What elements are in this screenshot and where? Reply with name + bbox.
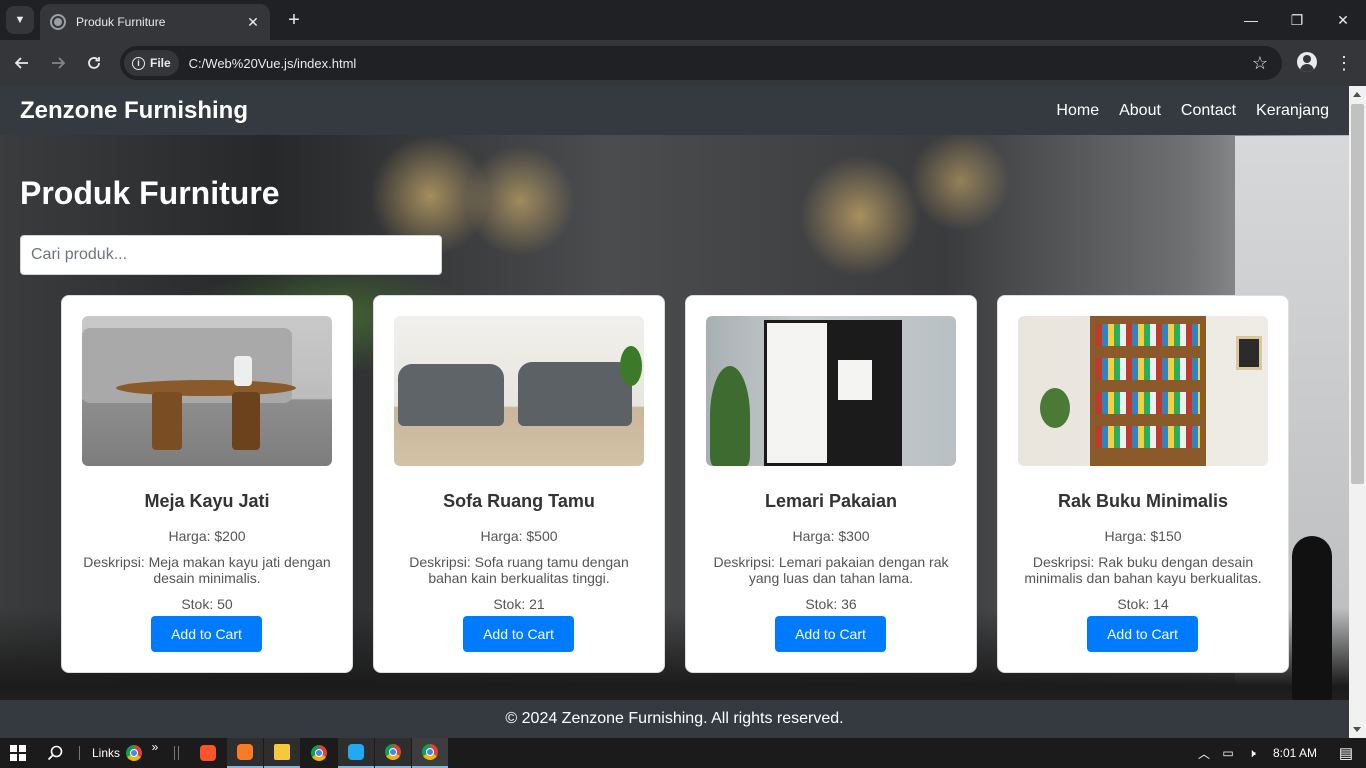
- wardrobe-image: [706, 316, 956, 466]
- chrome-app-icon[interactable]: [301, 738, 337, 768]
- scroll-up-icon[interactable]: [1353, 92, 1361, 97]
- reload-icon: [88, 57, 100, 69]
- nav-link-home[interactable]: Home: [1056, 102, 1099, 120]
- chrome-active-app-icon[interactable]: [412, 738, 448, 768]
- info-icon: i: [132, 56, 145, 70]
- clock[interactable]: 8:01 AM: [1264, 746, 1326, 760]
- forward-arrow-icon: [52, 57, 66, 69]
- back-button[interactable]: [8, 49, 36, 77]
- nav-link-about[interactable]: About: [1119, 102, 1161, 120]
- brave-app-icon[interactable]: [190, 738, 226, 768]
- product-price: Harga: $200: [168, 528, 246, 544]
- profile-icon[interactable]: [1297, 52, 1317, 72]
- sofa-image: [394, 316, 644, 466]
- notification-icon[interactable]: ▤: [1326, 744, 1366, 762]
- tab-title: Produk Furniture: [76, 15, 166, 29]
- site-navbar: Zenzone Furnishing Home About Contact Ke…: [0, 86, 1349, 135]
- taskbar-divider: [172, 738, 180, 768]
- system-tray: ︿ ▭ 🕨 8:01 AM ▤: [1192, 738, 1366, 768]
- chevron-up-icon[interactable]: ︿: [1192, 745, 1216, 762]
- product-name: Lemari Pakaian: [764, 491, 898, 511]
- links-toolbar-label[interactable]: Links: [86, 738, 126, 768]
- product-price: Harga: $150: [1104, 528, 1182, 544]
- browser-tab-bar: ▼ Produk Furniture ✕ + — ❐ ✕: [0, 0, 1366, 40]
- start-button[interactable]: [0, 738, 36, 768]
- browser-toolbar: i File C:/Web%20Vue.js/index.html ☆ ⋮: [0, 40, 1366, 86]
- product-card: Sofa Ruang Tamu Harga: $500 Deskripsi: S…: [373, 295, 665, 673]
- bookshelf-image: [1018, 316, 1268, 466]
- footer-text: © 2024 Zenzone Furnishing. All rights re…: [505, 710, 844, 727]
- tab-search-button[interactable]: ▼: [6, 6, 34, 34]
- background-dog-sculpture: [1292, 536, 1332, 701]
- bookmark-star-icon[interactable]: ☆: [1252, 53, 1268, 74]
- links-chrome-icon[interactable]: [124, 738, 144, 768]
- browser-tab[interactable]: Produk Furniture ✕: [40, 4, 270, 40]
- reload-button[interactable]: [80, 49, 108, 77]
- site-info-chip[interactable]: i File: [124, 50, 179, 76]
- product-description: Deskripsi: Sofa ruang tamu dengan bahan …: [409, 554, 629, 586]
- nav-links: Home About Contact Keranjang: [1056, 102, 1329, 120]
- taskbar-search-icon[interactable]: [38, 738, 72, 768]
- site-footer: © 2024 Zenzone Furnishing. All rights re…: [0, 700, 1349, 738]
- product-name: Rak Buku Minimalis: [1057, 491, 1229, 511]
- product-stock: Stok: 14: [1117, 596, 1169, 612]
- product-price: Harga: $300: [792, 528, 870, 544]
- nav-link-cart[interactable]: Keranjang: [1256, 102, 1329, 120]
- more-menu-icon[interactable]: ⋮: [1334, 52, 1354, 74]
- network-icon[interactable]: ▭: [1216, 746, 1240, 760]
- product-stock: Stok: 50: [181, 596, 233, 612]
- brand-logo[interactable]: Zenzone Furnishing: [20, 97, 248, 125]
- restore-button[interactable]: ❐: [1274, 0, 1320, 40]
- coffee-table-image: [82, 316, 332, 466]
- add-to-cart-button[interactable]: Add to Cart: [463, 616, 574, 652]
- scroll-down-icon[interactable]: [1353, 727, 1361, 732]
- address-bar[interactable]: i File C:/Web%20Vue.js/index.html ☆: [120, 46, 1282, 80]
- product-card: Rak Buku Minimalis Harga: $150 Deskripsi…: [997, 295, 1289, 673]
- window-controls: — ❐ ✕: [1228, 0, 1366, 40]
- back-arrow-icon: [14, 57, 28, 69]
- xampp-app-icon[interactable]: [227, 738, 263, 768]
- file-label: File: [150, 56, 171, 70]
- product-description: Deskripsi: Rak buku dengan desain minima…: [1024, 554, 1262, 586]
- product-card: Meja Kayu Jati Harga: $200 Deskripsi: Me…: [61, 295, 353, 673]
- taskbar-divider: [78, 738, 80, 768]
- product-card: Lemari Pakaian Harga: $300 Deskripsi: Le…: [685, 295, 977, 673]
- product-description: Deskripsi: Meja makan kayu jati dengan d…: [83, 554, 331, 586]
- page-title: Produk Furniture: [20, 175, 280, 211]
- page-viewport: Zenzone Furnishing Home About Contact Ke…: [0, 86, 1349, 738]
- windows-logo-icon: [10, 745, 26, 761]
- product-name: Meja Kayu Jati: [144, 491, 270, 511]
- volume-muted-icon[interactable]: 🕨: [1240, 746, 1264, 761]
- product-stock: Stok: 36: [805, 596, 857, 612]
- taskbar: Links » ︿ ▭ 🕨 8:01 AM ▤: [0, 738, 1366, 768]
- scroll-thumb[interactable]: [1351, 104, 1364, 484]
- add-to-cart-button[interactable]: Add to Cart: [1087, 616, 1198, 652]
- search-input[interactable]: [20, 235, 442, 275]
- close-window-button[interactable]: ✕: [1320, 0, 1366, 40]
- product-price: Harga: $500: [480, 528, 558, 544]
- minimize-button[interactable]: —: [1228, 0, 1274, 40]
- add-to-cart-button[interactable]: Add to Cart: [775, 616, 886, 652]
- close-tab-icon[interactable]: ✕: [244, 14, 262, 31]
- nav-link-contact[interactable]: Contact: [1181, 102, 1236, 120]
- new-tab-button[interactable]: +: [282, 8, 306, 32]
- add-to-cart-button[interactable]: Add to Cart: [151, 616, 262, 652]
- product-name: Sofa Ruang Tamu: [443, 491, 595, 511]
- globe-icon: [50, 14, 66, 30]
- page-scrollbar[interactable]: [1349, 86, 1366, 738]
- chrome-canary-app-icon[interactable]: [375, 738, 411, 768]
- vscode-app-icon[interactable]: [338, 738, 374, 768]
- forward-button[interactable]: [44, 49, 72, 77]
- file-explorer-icon[interactable]: [264, 738, 300, 768]
- url-text[interactable]: C:/Web%20Vue.js/index.html: [189, 56, 1252, 71]
- product-stock: Stok: 21: [493, 596, 545, 612]
- chevron-down-icon: ▼: [14, 14, 26, 26]
- product-description: Deskripsi: Lemari pakaian dengan rak yan…: [713, 554, 949, 586]
